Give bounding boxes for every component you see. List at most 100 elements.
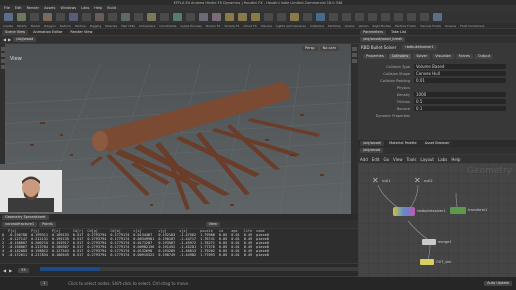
shelf-tab[interactable]: Create [3, 24, 13, 28]
shelf-tab[interactable]: Oceans [445, 24, 456, 28]
subtab-output[interactable]: Output [474, 53, 494, 59]
param-field[interactable]: Convex Hull [414, 71, 506, 76]
sphere-tool-icon[interactable] [17, 13, 26, 21]
menu-help[interactable]: Help [94, 6, 102, 10]
node-transform1[interactable]: transform1 [450, 207, 487, 214]
metaball-tool-icon[interactable] [186, 13, 195, 21]
shelf-tab[interactable]: Collisions [310, 24, 324, 28]
param-field[interactable]: 0.5 [414, 99, 506, 104]
camera-menu[interactable]: No cam [319, 46, 339, 51]
net-menu[interactable]: Edit [372, 157, 380, 162]
node-rbdbulletsolver1[interactable]: rbdbulletsolver1 [393, 207, 446, 216]
node-merge1[interactable]: merge1 [422, 239, 452, 245]
rotate-tool-icon[interactable] [0, 59, 5, 63]
scale-tool-icon[interactable] [0, 65, 5, 69]
param-field[interactable]: 0.1 [414, 106, 506, 111]
subtab-visualize[interactable]: Visualize [432, 53, 454, 59]
lighting-icon[interactable] [352, 53, 357, 57]
spreadsheet-view-menu[interactable]: View [205, 221, 220, 227]
curve-tool-icon[interactable] [108, 13, 117, 21]
subtab-properties[interactable]: Properties [363, 53, 387, 59]
tab-parameters[interactable]: Parameters [360, 29, 387, 35]
platonic-tool-icon[interactable] [160, 13, 169, 21]
shelf-tab[interactable]: Guide Process [180, 24, 201, 28]
spray-paint-tool-icon[interactable] [134, 13, 143, 21]
spreadsheet-node[interactable]: voronoifracture1 [2, 221, 38, 227]
shelf-tab[interactable]: Rigging [90, 24, 101, 28]
tab-asset-browser[interactable]: Asset Browser [421, 141, 453, 146]
node-name-field[interactable]: rbdbulletsolver1 [402, 45, 437, 50]
shelf-tab[interactable]: Volume [261, 24, 272, 28]
start-frame-field[interactable]: 1 [40, 281, 49, 286]
menu-assets[interactable]: Assets [44, 6, 55, 10]
geometry-light-tool-icon[interactable] [264, 13, 273, 21]
obj-merge-tool-icon[interactable] [433, 13, 442, 21]
caustic-light-tool-icon[interactable] [342, 13, 351, 21]
current-frame-field[interactable]: 33 [18, 267, 29, 273]
net-menu[interactable]: Labs [438, 157, 447, 162]
menu-edit[interactable]: Edit [15, 6, 22, 10]
play-forward-icon[interactable]: ▶ [9, 268, 12, 273]
net-menu[interactable]: Add [360, 157, 368, 162]
portal-light-tool-icon[interactable] [355, 13, 364, 21]
volume-light-tool-icon[interactable] [277, 13, 286, 21]
font-tool-icon[interactable] [147, 13, 156, 21]
shelf-tab[interactable]: Particle Fluids [395, 24, 416, 28]
shelf-tab[interactable]: Simple FX [224, 24, 239, 28]
shelf-tab[interactable]: Rigid Bodies [373, 24, 392, 28]
null-tool-icon[interactable] [69, 13, 78, 21]
environment-light-tool-icon[interactable] [303, 13, 312, 21]
move-tool-icon[interactable] [0, 53, 5, 57]
network-path[interactable]: /obj/wood [360, 148, 384, 153]
menu-render[interactable]: Render [27, 6, 39, 10]
distant-light-tool-icon[interactable] [290, 13, 299, 21]
param-field[interactable]: 1000 [414, 92, 506, 97]
sky-light-tool-icon[interactable] [316, 13, 325, 21]
shelf-tab[interactable]: Grains [345, 24, 355, 28]
shelf-tab[interactable]: Deform [60, 24, 71, 28]
back-arrow-icon[interactable]: ◀ [3, 37, 6, 42]
node-null1[interactable]: ✕ null1 [372, 177, 391, 185]
shelf-tab[interactable]: Modify [17, 24, 27, 28]
tube-tool-icon[interactable] [30, 13, 39, 21]
shelf-tab[interactable]: Vellum [358, 24, 368, 28]
spreadsheet-group-menu[interactable]: Points [39, 221, 56, 227]
network-editor[interactable]: Geometry ✕ null1 ✕ null2 rbdbulletsolver… [358, 163, 516, 277]
spot-light-tool-icon[interactable] [238, 13, 247, 21]
shelf-tab[interactable]: Characters [139, 24, 155, 28]
forward-arrow-icon[interactable]: ▶ [8, 37, 11, 42]
tab-geometry-spreadsheet[interactable]: Geometry Spreadsheet [2, 214, 49, 220]
net-menu[interactable]: Tools [407, 157, 417, 162]
menu-build[interactable]: Build [107, 6, 116, 10]
stereo-camera-tool-icon[interactable] [381, 13, 390, 21]
line-tool-icon[interactable] [82, 13, 91, 21]
display-options-icon[interactable] [352, 47, 357, 51]
params-path[interactable]: /obj/wood/wood_break [360, 37, 406, 42]
l-system-tool-icon[interactable] [173, 13, 182, 21]
area-light-tool-icon[interactable] [251, 13, 260, 21]
table-row[interactable]: 5 -0.172611 0.217834 0.186549 0.517 0.2793794… [0, 253, 271, 257]
subtab-forces[interactable]: Forces [455, 53, 473, 59]
wireframe-icon[interactable] [352, 59, 357, 63]
tab-animation-editor[interactable]: Animation Editor [30, 29, 66, 35]
shelf-tab[interactable]: Hair Utils [121, 24, 135, 28]
net-menu[interactable]: Help [451, 157, 460, 162]
play-back-icon[interactable]: ◀ [3, 268, 6, 273]
switcher-tool-icon[interactable] [407, 13, 416, 21]
shelf-tab[interactable]: Terrain FX [206, 24, 221, 28]
shelf-tab[interactable]: Texture [75, 24, 86, 28]
shelf-tab[interactable]: Polygon [44, 24, 56, 28]
tab-take-list[interactable]: Take List [388, 29, 410, 35]
vr-camera-tool-icon[interactable] [394, 13, 403, 21]
tab-render-view[interactable]: Render View [67, 29, 96, 35]
box-tool-icon[interactable] [4, 13, 13, 21]
menu-labs[interactable]: Labs [81, 6, 89, 10]
net-menu[interactable]: Go [384, 157, 390, 162]
auto-update-menu[interactable]: Auto Update [484, 281, 512, 286]
path-tool-icon[interactable] [121, 13, 130, 21]
net-menu[interactable]: View [393, 157, 403, 162]
point-light-tool-icon[interactable] [225, 13, 234, 21]
gi-light-tool-icon[interactable] [329, 13, 338, 21]
shelf-tab[interactable]: Particles [328, 24, 341, 28]
shelf-tab[interactable]: Muscles [105, 24, 117, 28]
